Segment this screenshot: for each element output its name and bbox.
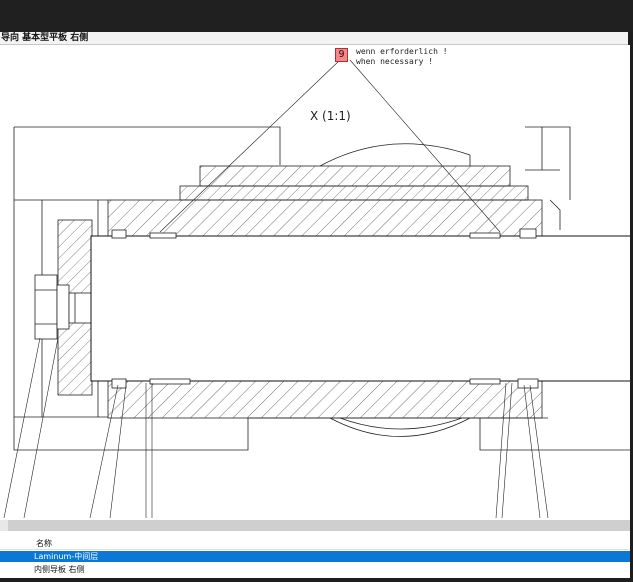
drawing-tab-title[interactable]: 导向 基本型平板 右侧 — [0, 32, 628, 45]
note-line-de: wenn erforderlich ! — [356, 47, 448, 56]
note-number-badge[interactable]: 9 — [335, 48, 348, 62]
note-text: wenn erforderlich ! when necessary ! — [356, 47, 448, 67]
list-item-label: Laminum-中间层 — [34, 552, 99, 561]
list-item-label: 内侧导板 右侧 — [34, 565, 85, 574]
drawing-canvas[interactable]: 9 wenn erforderlich ! when necessary ! X… — [0, 45, 630, 519]
scrollbar-thumb[interactable] — [8, 520, 630, 531]
layer-list-panel: 名称 Laminum-中间层 内侧导板 右侧 — [0, 532, 630, 578]
horizontal-scrollbar[interactable] — [0, 519, 630, 532]
column-header-label: 名称 — [36, 539, 52, 548]
list-item[interactable]: 内侧导板 右侧 — [0, 564, 630, 575]
window-bottom-edge — [0, 578, 633, 582]
scroll-left-arrow-icon[interactable] — [0, 520, 8, 531]
column-header[interactable]: 名称 — [0, 536, 630, 550]
window-top-bar — [0, 0, 633, 32]
view-label: X (1:1) — [310, 109, 351, 123]
note-line-en: when necessary ! — [356, 57, 434, 66]
list-item[interactable]: Laminum-中间层 — [0, 551, 630, 562]
